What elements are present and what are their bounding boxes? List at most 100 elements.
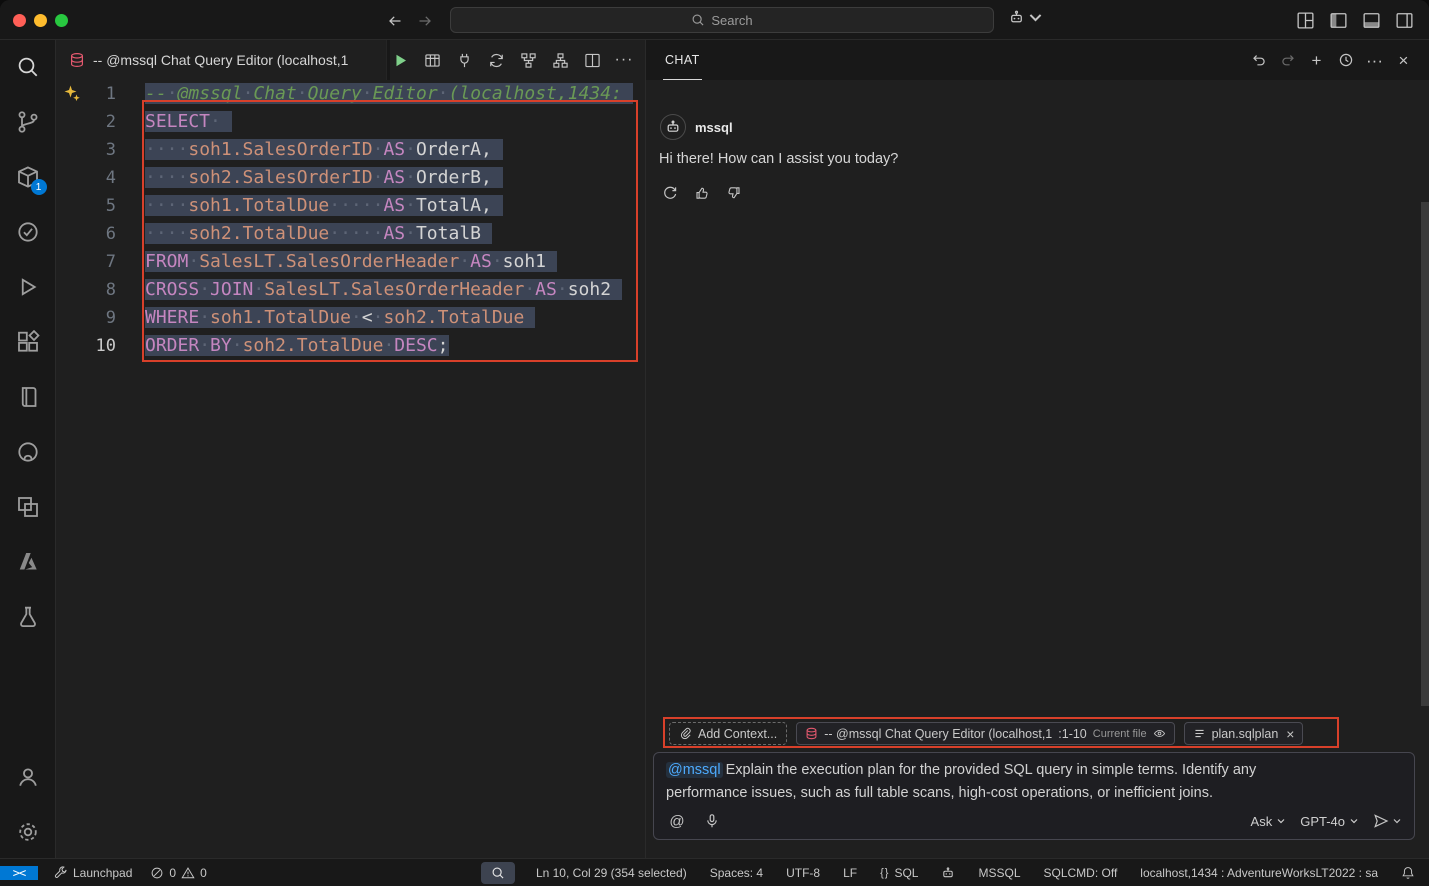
code-line[interactable]: 1--·@mssql·Chat·Query·Editor·(localhost,… xyxy=(56,80,645,108)
extensions-icon[interactable] xyxy=(15,329,41,355)
back-icon[interactable] xyxy=(384,10,406,32)
github-icon[interactable] xyxy=(15,439,41,465)
thumbs-down-icon[interactable] xyxy=(724,183,743,202)
model-dropdown[interactable]: GPT-4o xyxy=(1300,814,1359,829)
remote-explorer-icon[interactable] xyxy=(15,494,41,520)
context-chip-current-file[interactable]: -- @mssql Chat Query Editor (localhost,1… xyxy=(796,722,1174,745)
line-number: 9 xyxy=(56,304,116,332)
editor-tab-title: -- @mssql Chat Query Editor (localhost,1 xyxy=(93,52,348,68)
add-context-button[interactable]: Add Context... xyxy=(669,722,787,745)
mic-icon[interactable] xyxy=(701,810,723,832)
customize-layout-icon[interactable] xyxy=(1294,9,1316,31)
results-grid-icon[interactable] xyxy=(422,50,442,70)
context-chip-sqlplan[interactable]: plan.sqlplan × xyxy=(1184,722,1304,745)
code-line[interactable]: 5····soh1.TotalDue·····AS·TotalA, xyxy=(56,192,645,220)
code-line[interactable]: 3····soh1.SalesOrderID·AS·OrderA, xyxy=(56,136,645,164)
actual-plan-icon[interactable] xyxy=(550,50,570,70)
more-actions-icon[interactable]: ··· xyxy=(614,50,634,70)
cursor-position-item[interactable]: Ln 10, Col 29 (354 selected) xyxy=(534,866,689,880)
code-line[interactable]: 10ORDER·BY·soh2.TotalDue·DESC; xyxy=(56,332,645,360)
run-debug-icon[interactable] xyxy=(15,274,41,300)
mssql-item[interactable]: MSSQL xyxy=(976,866,1022,880)
notebook-book-icon[interactable] xyxy=(15,384,41,410)
copilot-menu[interactable] xyxy=(1008,9,1044,26)
history-navigation xyxy=(384,10,436,32)
chat-panel: CHAT + ··· × xyxy=(645,40,1429,858)
copilot-status-icon[interactable] xyxy=(939,866,957,880)
run-query-icon[interactable] xyxy=(390,50,410,70)
chat-input-text[interactable]: @mssqlExplain the execution plan for the… xyxy=(666,759,1318,805)
eol-item[interactable]: LF xyxy=(841,866,859,880)
new-chat-icon[interactable]: + xyxy=(1307,51,1326,70)
code-line[interactable]: 7FROM·SalesLT.SalesOrderHeader·AS·soh1 xyxy=(56,248,645,276)
chevron-down-icon xyxy=(1392,816,1402,826)
undo-icon[interactable] xyxy=(1249,51,1268,70)
remote-indicator[interactable]: >< xyxy=(0,866,38,880)
close-window-button[interactable] xyxy=(13,14,26,27)
code-line[interactable]: 2SELECT· xyxy=(56,108,645,136)
remove-chip-icon[interactable]: × xyxy=(1286,726,1294,742)
toggle-primary-sidebar-icon[interactable] xyxy=(1327,9,1349,31)
encoding-item[interactable]: UTF-8 xyxy=(784,866,822,880)
zoom-window-button[interactable] xyxy=(55,14,68,27)
regenerate-icon[interactable] xyxy=(660,183,679,202)
language-item[interactable]: {} SQL xyxy=(878,866,920,880)
activity-search-icon[interactable] xyxy=(15,54,41,80)
indentation-item[interactable]: Spaces: 4 xyxy=(708,866,765,880)
settings-gear-icon[interactable] xyxy=(15,819,41,845)
thumbs-up-icon[interactable] xyxy=(692,183,711,202)
source-control-icon[interactable] xyxy=(15,109,41,135)
change-connection-icon[interactable] xyxy=(486,50,506,70)
tab-chat[interactable]: CHAT xyxy=(663,40,702,80)
problems-item[interactable]: 0 0 xyxy=(148,866,208,880)
code-line[interactable]: 4····soh2.SalesOrderID·AS·OrderB, xyxy=(56,164,645,192)
mssql-mention[interactable]: @mssql xyxy=(666,762,723,778)
code-editor[interactable]: 1--·@mssql·Chat·Query·Editor·(localhost,… xyxy=(56,80,645,858)
activity-bar: 1 xyxy=(0,40,56,858)
forward-icon[interactable] xyxy=(414,10,436,32)
chat-history-icon[interactable] xyxy=(1336,51,1355,70)
chevron-down-icon xyxy=(1349,816,1359,826)
context-file-title: -- @mssql Chat Query Editor (localhost,1 xyxy=(824,727,1052,741)
database-icon xyxy=(805,727,818,740)
bot-avatar-icon xyxy=(660,114,686,140)
chat-scrollbar[interactable] xyxy=(1421,202,1429,706)
selected-code-text: ····soh1.SalesOrderID·AS·OrderA, xyxy=(145,139,503,160)
eye-icon[interactable] xyxy=(1153,727,1166,740)
mode-dropdown[interactable]: Ask xyxy=(1251,814,1287,829)
estimated-plan-icon[interactable] xyxy=(518,50,538,70)
close-chat-icon[interactable]: × xyxy=(1394,51,1413,70)
disconnect-plug-icon[interactable] xyxy=(454,50,474,70)
message-actions xyxy=(660,183,743,202)
toggle-panel-icon[interactable] xyxy=(1360,9,1382,31)
accounts-icon[interactable] xyxy=(15,764,41,790)
mention-at-icon[interactable]: @ xyxy=(666,810,688,832)
copilot-sparkle-icon[interactable] xyxy=(62,84,82,104)
toggle-secondary-sidebar-icon[interactable] xyxy=(1393,9,1415,31)
status-search-icon[interactable] xyxy=(481,862,515,884)
editor-tab[interactable]: -- @mssql Chat Query Editor (localhost,1 xyxy=(56,40,387,80)
flask-icon[interactable] xyxy=(15,604,41,630)
command-center-search[interactable]: Search xyxy=(450,7,994,33)
split-editor-icon[interactable] xyxy=(582,50,602,70)
notifications-bell-icon[interactable] xyxy=(1399,866,1417,880)
code-line[interactable]: 8CROSS·JOIN·SalesLT.SalesOrderHeader·AS·… xyxy=(56,276,645,304)
connection-item[interactable]: localhost,1434 : AdventureWorksLT2022 : … xyxy=(1138,866,1380,880)
redo-icon[interactable] xyxy=(1278,51,1297,70)
references-package-icon[interactable]: 1 xyxy=(15,164,41,190)
minimize-window-button[interactable] xyxy=(34,14,47,27)
task-check-icon[interactable] xyxy=(15,219,41,245)
bot-message: Hi there! How can I assist you today? xyxy=(659,151,898,167)
code-line[interactable]: 6····soh2.TotalDue·····AS·TotalB xyxy=(56,220,645,248)
launchpad-item[interactable]: Launchpad xyxy=(52,866,134,880)
code-lines: 1--·@mssql·Chat·Query·Editor·(localhost,… xyxy=(56,80,645,360)
code-line[interactable]: 9WHERE·soh1.TotalDue·<·soh2.TotalDue xyxy=(56,304,645,332)
sqlplan-chip-title: plan.sqlplan xyxy=(1212,727,1279,741)
sqlcmd-item[interactable]: SQLCMD: Off xyxy=(1042,866,1120,880)
chat-more-icon[interactable]: ··· xyxy=(1365,51,1384,70)
azure-icon[interactable] xyxy=(15,549,41,575)
warning-icon xyxy=(181,866,195,880)
chat-input-box[interactable]: @mssqlExplain the execution plan for the… xyxy=(653,752,1415,840)
send-button[interactable] xyxy=(1373,813,1402,829)
activity-badge: 1 xyxy=(31,179,47,195)
